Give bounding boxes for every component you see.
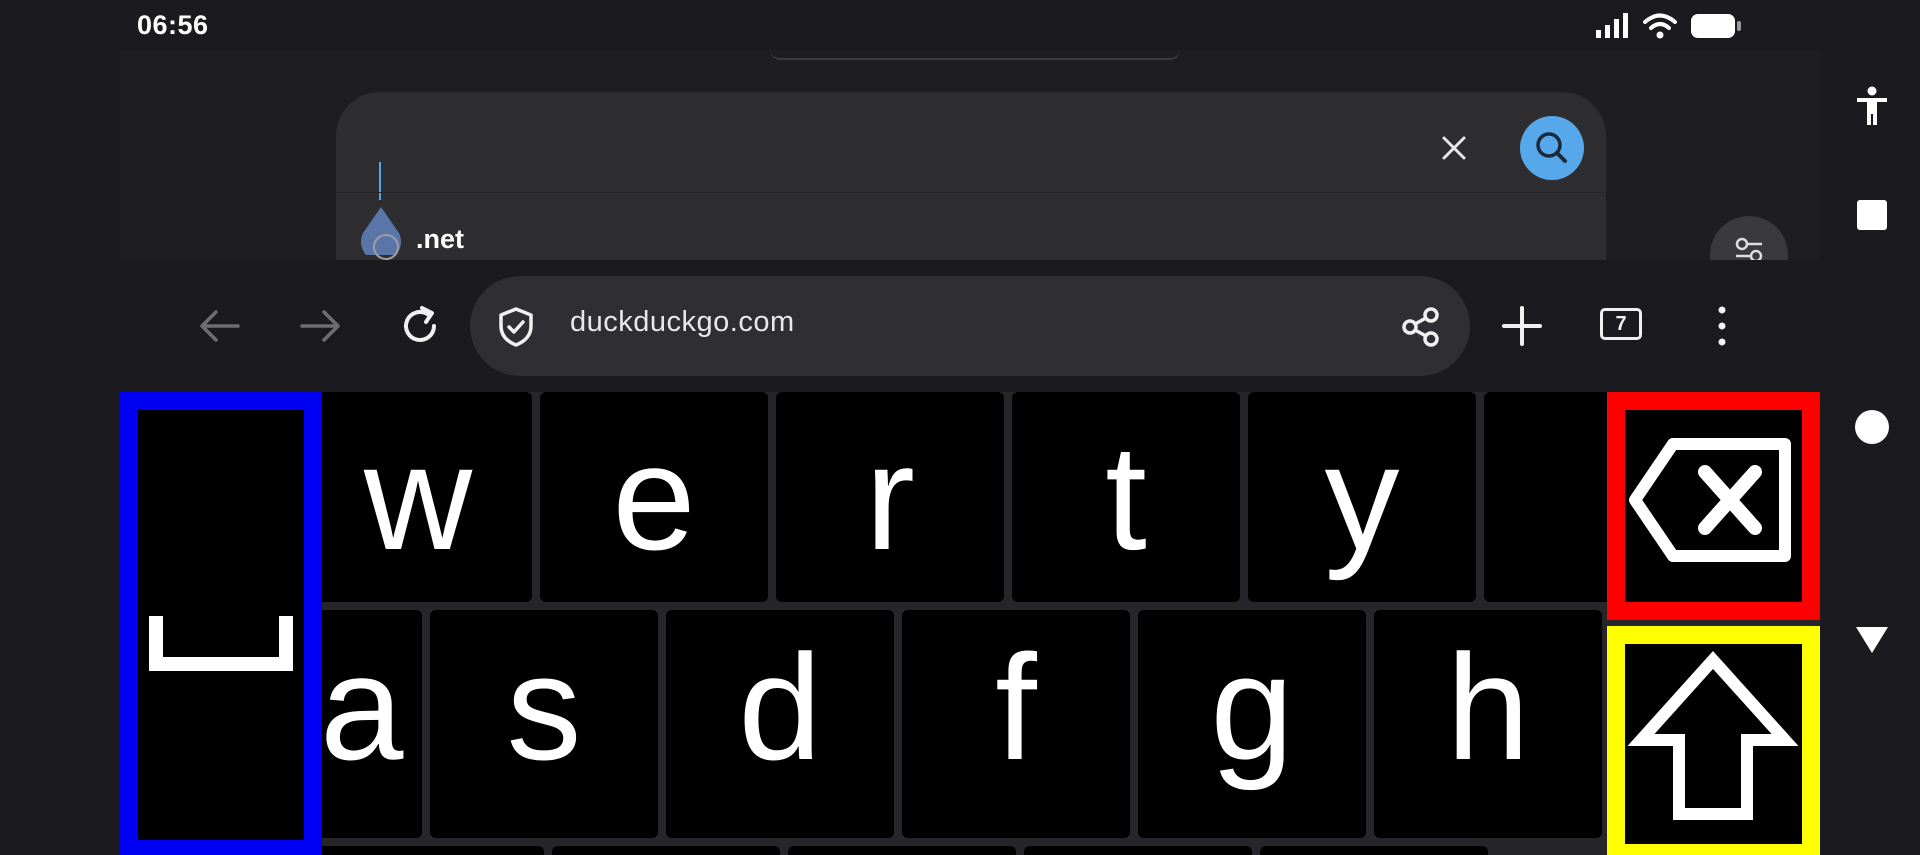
search-icon [1536,132,1567,163]
keyboard: w e r t y a s d f g h [120,392,1820,855]
suggestion-item[interactable]: .net [416,224,464,255]
space-bar-icon [149,616,293,671]
triangle-down-icon[interactable] [1854,625,1890,659]
backspace-key[interactable] [1607,392,1820,620]
share-icon[interactable] [1400,306,1442,352]
back-arrow-icon[interactable] [198,306,242,350]
text-cursor [379,162,381,200]
filter-button[interactable] [1710,216,1788,260]
key-y[interactable]: y [1248,392,1476,602]
tab-switcher-icon[interactable]: 7 [1600,308,1642,340]
page-top-edge [770,50,1180,60]
reload-icon[interactable] [398,304,442,352]
new-tab-icon[interactable] [1500,304,1544,352]
key-e[interactable]: e [540,392,768,602]
search-button[interactable] [1520,116,1584,180]
browser-toolbar: duckduckgo.com 7 [120,262,1820,392]
key-row3-2[interactable] [552,846,780,855]
square-icon[interactable] [1857,200,1887,230]
accessibility-icon[interactable] [1855,86,1889,130]
key-row3-1[interactable] [316,846,544,855]
key-row3-3[interactable] [788,846,1016,855]
status-time: 06:56 [137,10,209,40]
battery-icon [1690,12,1742,44]
url-text: duckduckgo.com [570,306,795,338]
key-g[interactable]: g [1138,610,1366,838]
filter-icon [1735,237,1763,260]
forward-arrow-icon[interactable] [298,306,342,350]
tab-count: 7 [1600,308,1642,340]
space-key[interactable] [120,392,322,855]
shield-icon [496,306,536,352]
key-h[interactable]: h [1374,610,1602,838]
overflow-menu-icon[interactable] [1716,304,1728,352]
key-r[interactable]: r [776,392,1004,602]
status-bar: 06:56 [0,0,1920,50]
suggestion-search-icon [373,234,399,260]
shift-key[interactable] [1607,626,1820,855]
key-d[interactable]: d [666,610,894,838]
space-key-face [138,410,304,840]
key-t[interactable]: t [1012,392,1240,602]
circle-icon[interactable] [1855,410,1889,444]
key-w[interactable]: w [304,392,532,602]
search-divider [336,192,1606,193]
key-row3-5[interactable] [1260,846,1488,855]
key-row3-4[interactable] [1024,846,1252,855]
key-s[interactable]: s [430,610,658,838]
webview: .net [120,50,1820,260]
clear-search-icon[interactable] [1436,130,1472,166]
key-f[interactable]: f [902,610,1130,838]
wifi-icon [1643,12,1677,44]
signal-icon [1595,12,1631,44]
address-bar[interactable]: duckduckgo.com [470,276,1470,376]
backspace-key-face [1625,410,1802,602]
search-panel: .net [336,92,1606,260]
shift-arrow-icon [1627,651,1799,820]
backspace-icon [1629,438,1791,562]
navigation-bar [1820,50,1920,855]
shift-key-face [1625,644,1802,844]
